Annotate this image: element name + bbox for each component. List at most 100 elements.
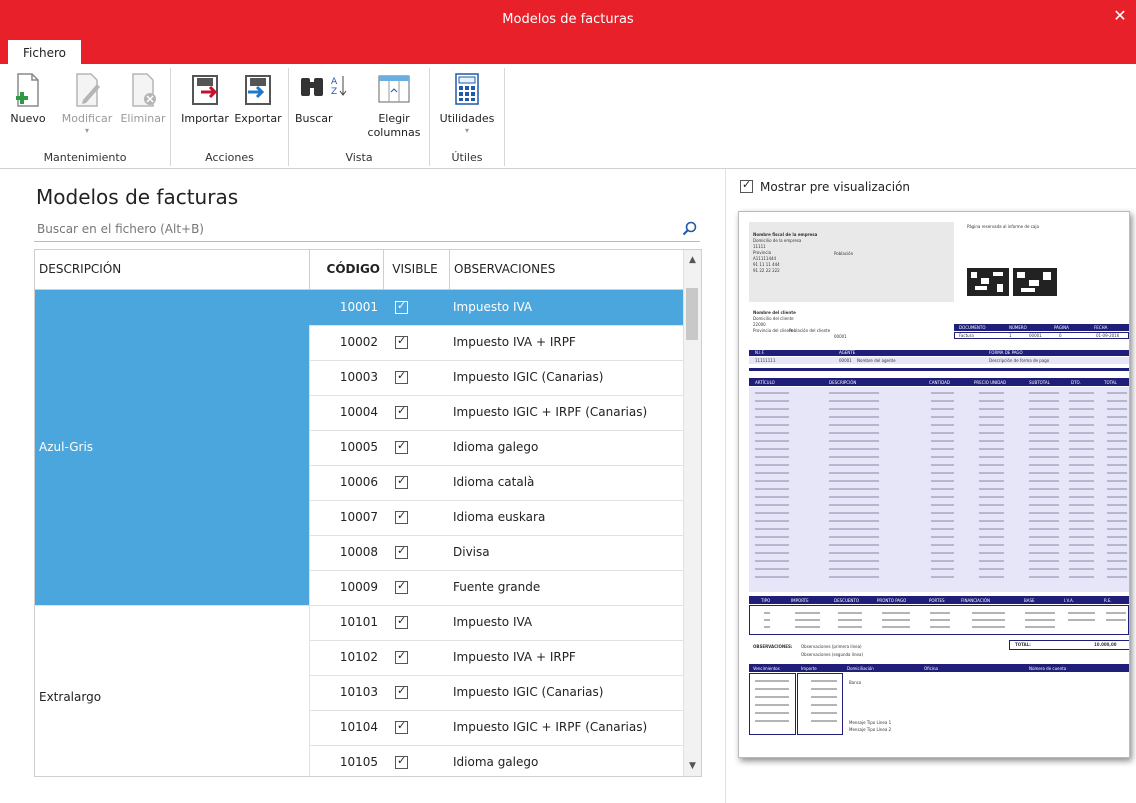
table-row[interactable]: 10001 ✓ Impuesto IVA	[309, 290, 683, 326]
items-header-subtotal: SUBTOTAL	[1029, 380, 1050, 385]
agente-name: Nombre del agente	[857, 358, 896, 363]
tax-header-financiacion: FINANCIACIÓN	[961, 598, 990, 603]
svg-text:Z: Z	[331, 87, 337, 97]
doc-header-documento: DOCUMENTO	[959, 325, 986, 330]
nuevo-button[interactable]: Nuevo	[2, 70, 54, 126]
venc-header-cuenta: Número de cuenta	[1029, 666, 1067, 671]
table-row[interactable]: 10002 ✓ Impuesto IVA + IRPF	[309, 325, 683, 361]
scroll-up-icon[interactable]: ▲	[684, 252, 701, 268]
codigo-cell: 10002	[339, 335, 378, 349]
checkmark-icon: ✓	[742, 178, 752, 191]
exportar-button[interactable]: Exportar	[231, 70, 285, 126]
checkmark-icon: ✓	[397, 439, 407, 452]
scroll-thumb[interactable]	[686, 288, 698, 340]
col-header-observaciones[interactable]: OBSERVACIONES	[449, 250, 555, 289]
visible-checkbox[interactable]: ✓	[395, 754, 408, 769]
vertical-scrollbar[interactable]: ▲ ▼	[683, 250, 701, 776]
observaciones-cell: Fuente grande	[453, 580, 541, 594]
scroll-down-icon[interactable]: ▼	[684, 758, 701, 774]
exportar-label: Exportar	[234, 112, 282, 125]
codigo-cell: 10005	[339, 440, 378, 454]
importar-button[interactable]: Importar	[177, 70, 233, 126]
table-row[interactable]: 10105 ✓ Idioma galego	[309, 745, 683, 776]
banco-label: Banco	[849, 680, 862, 685]
group-cell-azul-gris[interactable]: Azul-Gris	[35, 290, 310, 606]
checkmark-icon: ✓	[397, 754, 407, 767]
utilidades-label: Utilidades	[439, 112, 495, 125]
preview-toggle[interactable]: ✓ Mostrar pre visualización	[740, 178, 910, 194]
visible-checkbox[interactable]: ✓	[395, 369, 408, 384]
visible-checkbox[interactable]: ✓	[395, 719, 408, 734]
table-row[interactable]: 10101 ✓ Impuesto IVA	[309, 605, 683, 641]
visible-checkbox[interactable]: ✓	[395, 614, 408, 629]
nif-header-agente: AGENTE	[839, 350, 856, 355]
visible-checkbox[interactable]: ✓	[395, 439, 408, 454]
table-row[interactable]: 10009 ✓ Fuente grande	[309, 570, 683, 606]
utilidades-button[interactable]: Utilidades ▾	[436, 70, 498, 136]
col-header-visible[interactable]: VISIBLE	[383, 250, 446, 289]
title-bar: Modelos de facturas ✕	[0, 0, 1136, 40]
visible-checkbox[interactable]: ✓	[395, 299, 408, 314]
ribbon-group-utiles: Utilidades ▾ Útiles	[430, 68, 505, 166]
buscar-button[interactable]: AZ Buscar	[293, 70, 357, 126]
search-input[interactable]: Buscar en el fichero (Alt+B)	[34, 219, 700, 242]
table-row[interactable]: 10004 ✓ Impuesto IGIC + IRPF (Canarias)	[309, 395, 683, 431]
visible-checkbox[interactable]: ✓	[395, 579, 408, 594]
visible-checkbox[interactable]: ✓	[395, 684, 408, 699]
observaciones-cell: Divisa	[453, 545, 490, 559]
table-row[interactable]: 10005 ✓ Idioma galego	[309, 430, 683, 466]
venc-header-oficina: Oficina	[924, 666, 938, 671]
checkmark-icon: ✓	[397, 614, 407, 627]
tax-header-descuento: DESCUENTO	[834, 598, 859, 603]
codigo-cell: 10105	[339, 755, 378, 769]
visible-checkbox[interactable]: ✓	[395, 404, 408, 419]
tax-header-re: R.E.	[1104, 598, 1112, 603]
import-icon	[185, 70, 225, 110]
table-row[interactable]: 10103 ✓ Impuesto IGIC (Canarias)	[309, 675, 683, 711]
codigo-cell: 10003	[339, 370, 378, 384]
observaciones-cell: Impuesto IVA + IRPF	[453, 650, 576, 664]
table-row[interactable]: 10104 ✓ Impuesto IGIC + IRPF (Canarias)	[309, 710, 683, 746]
divider	[749, 368, 1129, 371]
table-row[interactable]: 10007 ✓ Idioma euskara	[309, 500, 683, 536]
client-city: Población del cliente	[789, 328, 831, 333]
search-icon[interactable]	[682, 221, 698, 237]
tax-header-base: BASE	[1024, 598, 1035, 603]
modificar-button[interactable]: Modificar ▾	[56, 70, 118, 136]
table-row[interactable]: 10003 ✓ Impuesto IGIC (Canarias)	[309, 360, 683, 396]
codigo-cell: 10104	[339, 720, 378, 734]
visible-checkbox[interactable]: ✓	[395, 334, 408, 349]
group-cell-extralargo[interactable]: Extralargo	[35, 606, 310, 776]
tax-header-pronto-pago: PRONTO PAGO	[877, 598, 907, 603]
close-icon[interactable]: ✕	[1110, 6, 1130, 26]
observaciones-cell: Idioma català	[453, 475, 535, 489]
codigo-cell: 10009	[339, 580, 378, 594]
items-header-articulo: ARTÍCULO	[755, 380, 775, 385]
visible-checkbox[interactable]: ✓	[395, 649, 408, 664]
doc-header-numero: NÚMERO	[1009, 325, 1027, 330]
window-title: Modelos de facturas	[502, 12, 634, 27]
table-row[interactable]: 10008 ✓ Divisa	[309, 535, 683, 571]
col-header-descripcion[interactable]: DESCRIPCIÓN	[39, 250, 121, 289]
visible-checkbox[interactable]: ✓	[395, 544, 408, 559]
elegir-columnas-button[interactable]: Elegir columnas	[363, 70, 425, 140]
col-header-codigo[interactable]: CÓDIGO	[309, 250, 380, 289]
eliminar-button[interactable]: Eliminar	[118, 70, 168, 126]
ribbon-tab-strip: Fichero	[0, 40, 1136, 64]
chevron-down-icon: ▾	[84, 126, 89, 135]
items-header-dto: DTO.	[1071, 380, 1081, 385]
doc-header-pagina: PÁGINA	[1054, 325, 1069, 330]
visible-checkbox[interactable]: ✓	[395, 509, 408, 524]
checkmark-icon: ✓	[397, 474, 407, 487]
table-row[interactable]: 10102 ✓ Impuesto IVA + IRPF	[309, 640, 683, 676]
tab-fichero[interactable]: Fichero	[8, 40, 81, 64]
mensaje-line-1: Mensaje Tipo Línea 1	[849, 720, 892, 725]
nif-header-bar	[749, 350, 1129, 356]
visible-checkbox[interactable]: ✓	[395, 474, 408, 489]
group-label-mantenimiento: Mantenimiento	[43, 151, 127, 164]
table-row[interactable]: 10006 ✓ Idioma català	[309, 465, 683, 501]
checkmark-icon: ✓	[397, 579, 407, 592]
calculator-icon	[447, 70, 487, 110]
preview-checkbox[interactable]: ✓	[740, 178, 753, 193]
checkmark-icon: ✓	[397, 509, 407, 522]
